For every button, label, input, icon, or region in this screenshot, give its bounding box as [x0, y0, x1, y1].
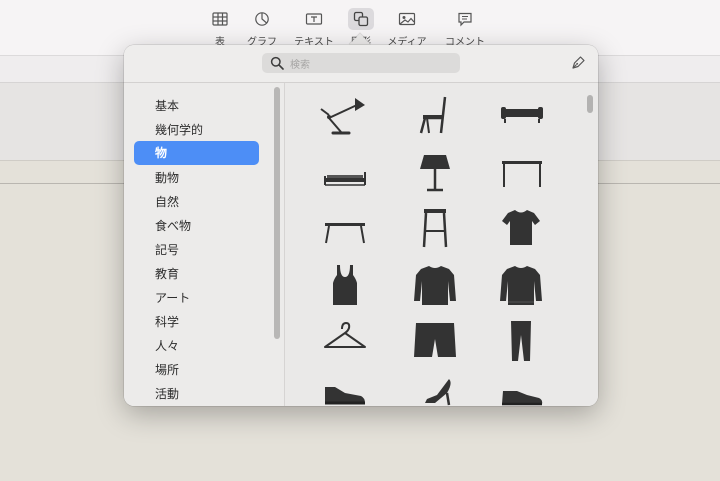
pants-icon[interactable]	[491, 317, 551, 363]
popover-header: 検索	[124, 45, 598, 83]
shape-grid	[285, 83, 598, 406]
pen-icon[interactable]	[570, 55, 586, 71]
sidebar-scrollbar[interactable]	[274, 87, 280, 339]
sofa-icon[interactable]	[491, 93, 551, 139]
bed-icon[interactable]	[315, 149, 375, 195]
category-label: 活動	[155, 387, 180, 401]
grid-scrollbar[interactable]	[587, 95, 593, 113]
category-item[interactable]: 幾何学的	[134, 118, 259, 142]
table-icon[interactable]	[491, 149, 551, 195]
long-sleeve-shirt-icon[interactable]	[491, 261, 551, 307]
category-label: 物	[155, 146, 168, 160]
search-field[interactable]: 検索	[262, 53, 460, 73]
toolbar-comment-button[interactable]: コメント	[430, 8, 500, 49]
category-item[interactable]: 活動	[134, 382, 259, 406]
hanger-icon[interactable]	[315, 317, 375, 363]
t-shirt-icon[interactable]	[491, 205, 551, 251]
category-item[interactable]: 食べ物	[134, 214, 259, 238]
stool-icon[interactable]	[405, 205, 465, 251]
dress-shoe-icon[interactable]	[491, 373, 551, 406]
category-item[interactable]: 人々	[134, 334, 259, 358]
category-item-selected[interactable]: 物	[134, 141, 259, 165]
category-label: 科学	[155, 315, 180, 329]
category-sidebar: 基本 幾何学的 物 動物 自然 食べ物 記号 教育 アート 科学 人々 場所 活…	[124, 83, 285, 406]
category-label: 動物	[155, 171, 180, 185]
media-icon	[394, 8, 420, 30]
category-item[interactable]: 動物	[134, 166, 259, 190]
comment-icon	[452, 8, 478, 30]
category-label: 基本	[155, 99, 180, 113]
sweater-icon[interactable]	[405, 261, 465, 307]
category-item[interactable]: アート	[134, 286, 259, 310]
category-item[interactable]: 科学	[134, 310, 259, 334]
category-label: 食べ物	[155, 219, 192, 233]
category-item[interactable]: 記号	[134, 238, 259, 262]
floor-lamp-icon[interactable]	[405, 149, 465, 195]
category-item[interactable]: 自然	[134, 190, 259, 214]
tank-top-icon[interactable]	[315, 261, 375, 307]
category-label: 人々	[155, 339, 180, 353]
category-item[interactable]: 場所	[134, 358, 259, 382]
category-item[interactable]: 教育	[134, 262, 259, 286]
sneaker-icon[interactable]	[315, 373, 375, 406]
category-label: アート	[155, 291, 191, 305]
high-heel-icon[interactable]	[405, 373, 465, 406]
category-label: 幾何学的	[155, 123, 204, 137]
chart-icon	[249, 8, 275, 30]
search-placeholder: 検索	[290, 59, 310, 71]
category-label: 場所	[155, 363, 180, 377]
shorts-icon[interactable]	[405, 317, 465, 363]
desk-lamp-icon[interactable]	[315, 93, 375, 139]
category-item[interactable]: 基本	[134, 94, 259, 118]
category-label: 自然	[155, 195, 180, 209]
category-label: 教育	[155, 267, 180, 281]
text-box-icon	[301, 8, 327, 30]
chair-icon[interactable]	[405, 93, 465, 139]
category-label: 記号	[155, 243, 180, 257]
shapes-icon	[348, 8, 374, 30]
search-icon	[270, 56, 284, 70]
coffee-table-icon[interactable]	[315, 205, 375, 251]
shapes-popover: 検索 基本 幾何学的 物 動物 自然 食べ物 記号 教育 アート 科学 人々 場…	[124, 45, 598, 406]
